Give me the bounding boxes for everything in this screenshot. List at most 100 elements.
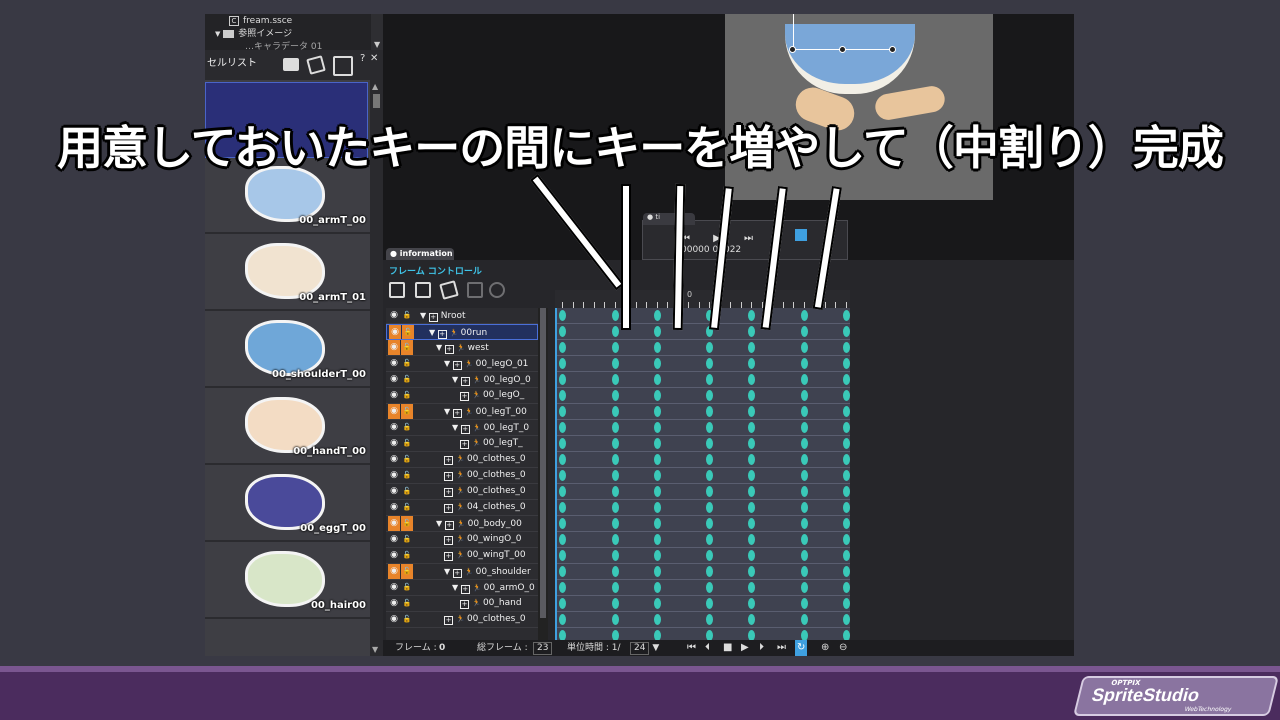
part-row[interactable]: ◉ 🔓 ▼ + 🏃 00_body_00	[386, 516, 538, 532]
keyframe-marker[interactable]	[653, 550, 661, 561]
keyframe-marker[interactable]	[611, 406, 619, 417]
part-row[interactable]: ◉ 🔓 ▼ + 🏃 00_legT_0	[386, 420, 538, 436]
collapse-arrow-icon[interactable]: ▼	[420, 311, 429, 320]
eye-icon[interactable]: ◉	[388, 436, 400, 451]
keyframe-marker[interactable]	[800, 438, 808, 449]
eye-icon[interactable]: ◉	[388, 420, 400, 435]
keyframe-marker[interactable]	[653, 518, 661, 529]
key-row[interactable]	[555, 516, 850, 532]
part-row[interactable]: ◉ 🔓 + 🏃 00_clothes_0	[386, 484, 538, 500]
keyframe-marker[interactable]	[842, 438, 850, 449]
loop-icon[interactable]: ↻	[795, 640, 808, 656]
keyframe-marker[interactable]	[748, 310, 755, 321]
part-row[interactable]: ◉ 🔓 + 🏃 00_clothes_0	[386, 468, 538, 484]
eye-icon[interactable]: ◉	[388, 468, 400, 483]
keyframe-marker[interactable]	[706, 358, 713, 369]
keyframe-marker[interactable]	[559, 406, 566, 417]
keyframe-marker[interactable]	[559, 550, 566, 561]
keyframe-marker[interactable]	[559, 342, 566, 353]
collapse-arrow-icon[interactable]: ▼	[444, 567, 453, 576]
eye-icon[interactable]: ◉	[388, 596, 400, 611]
keyframe-marker[interactable]	[706, 502, 713, 513]
keyframe-marker[interactable]	[559, 438, 566, 449]
keyframe-marker[interactable]	[611, 310, 619, 321]
collapse-arrow-icon[interactable]: ▼	[452, 375, 461, 384]
keyframe-marker[interactable]	[653, 582, 661, 593]
collapse-arrow-icon[interactable]: ▼	[444, 407, 453, 416]
keyframe-marker[interactable]	[842, 550, 850, 561]
text-a-icon[interactable]	[467, 282, 483, 298]
keyframe-marker[interactable]	[611, 326, 619, 337]
total-frame-field[interactable]: 23	[531, 640, 553, 656]
cell-item[interactable]: 00_eggT_00	[205, 468, 370, 542]
filmstrip-icon[interactable]	[333, 56, 353, 76]
part-row[interactable]: ◉ 🔓 ▼ + 🏃 00_legT_00	[386, 404, 538, 420]
key-grid[interactable]	[555, 308, 850, 644]
eye-icon[interactable]: ◉	[388, 484, 400, 499]
keyframe-marker[interactable]	[706, 582, 713, 593]
copy-key-icon[interactable]	[415, 282, 431, 298]
keyframe-marker[interactable]	[611, 518, 619, 529]
cell-item[interactable]: 00_armT_01	[205, 237, 370, 311]
keyframe-marker[interactable]	[748, 486, 755, 497]
transform-handle[interactable]	[889, 46, 896, 53]
eye-icon[interactable]: ◉	[388, 388, 400, 403]
eye-icon[interactable]: ◉	[389, 325, 401, 339]
keyframe-marker[interactable]	[653, 566, 661, 577]
keyframe-marker[interactable]	[611, 342, 619, 353]
keyframe-marker[interactable]	[653, 486, 661, 497]
part-row[interactable]: ◉ 🔓 ▼ + 🏃 00run	[386, 324, 538, 340]
keyframe-marker[interactable]	[748, 470, 755, 481]
keyframe-marker[interactable]	[748, 374, 755, 385]
keyframe-marker[interactable]	[842, 310, 850, 321]
keyframe-marker[interactable]	[842, 470, 850, 481]
collapse-arrow-icon[interactable]: ▼	[452, 583, 461, 592]
help-icon[interactable]: ?	[360, 53, 365, 64]
part-row[interactable]: ◉ 🔓 ▼ + 🏃 00_legO_0	[386, 372, 538, 388]
keyframe-marker[interactable]	[706, 374, 713, 385]
lock-icon[interactable]: 🔓	[401, 500, 413, 515]
scroll-thumb[interactable]	[540, 308, 546, 618]
eye-icon[interactable]: ◉	[388, 452, 400, 467]
key-row[interactable]	[555, 532, 850, 548]
cell-item[interactable]: 00_handT_00	[205, 391, 370, 465]
lock-icon[interactable]: 🔓	[401, 356, 413, 371]
lock-icon[interactable]: 🔓	[401, 516, 413, 531]
lock-icon[interactable]: 🔓	[402, 325, 414, 339]
part-row[interactable]: ◉ 🔓 + 🏃 00_legT_	[386, 436, 538, 452]
keyframe-marker[interactable]	[611, 566, 619, 577]
keyframe-marker[interactable]	[653, 390, 661, 401]
part-tree-scrollbar[interactable]	[538, 308, 548, 644]
keyframe-marker[interactable]	[559, 390, 566, 401]
eye-icon[interactable]: ◉	[388, 340, 400, 355]
lock-icon[interactable]: 🔓	[401, 340, 413, 355]
keyframe-marker[interactable]	[748, 406, 755, 417]
keyframe-marker[interactable]	[706, 406, 713, 417]
keyframe-marker[interactable]	[706, 342, 713, 353]
keyframe-marker[interactable]	[800, 534, 808, 545]
keyframe-marker[interactable]	[611, 614, 619, 625]
keyframe-marker[interactable]	[653, 614, 661, 625]
keyframe-marker[interactable]	[611, 534, 619, 545]
part-row[interactable]: ◉ 🔓 ▼ + 🏃 00_armO_0	[386, 580, 538, 596]
eye-icon[interactable]: ◉	[388, 404, 400, 419]
lock-icon[interactable]: 🔓	[401, 484, 413, 499]
keyframe-marker[interactable]	[653, 422, 661, 433]
lock-icon[interactable]: 🔓	[401, 612, 413, 627]
close-icon[interactable]: ✕	[370, 53, 378, 64]
keyframe-marker[interactable]	[611, 486, 619, 497]
keyframe-marker[interactable]	[748, 550, 755, 561]
shield-icon[interactable]	[306, 55, 326, 75]
part-row[interactable]: ◉ 🔓 ▼ + 🏃 00_shoulder	[386, 564, 538, 580]
keyframe-marker[interactable]	[706, 614, 713, 625]
keyframe-marker[interactable]	[748, 614, 755, 625]
keyframe-marker[interactable]	[611, 358, 619, 369]
key-row[interactable]	[555, 372, 850, 388]
lock-icon[interactable]: 🔓	[401, 564, 413, 579]
key-row[interactable]	[555, 468, 850, 484]
keyframe-marker[interactable]	[800, 518, 808, 529]
lock-icon[interactable]: 🔓	[401, 308, 413, 323]
keyframe-marker[interactable]	[706, 454, 713, 465]
lock-icon[interactable]: 🔓	[401, 404, 413, 419]
key-row[interactable]	[555, 340, 850, 356]
